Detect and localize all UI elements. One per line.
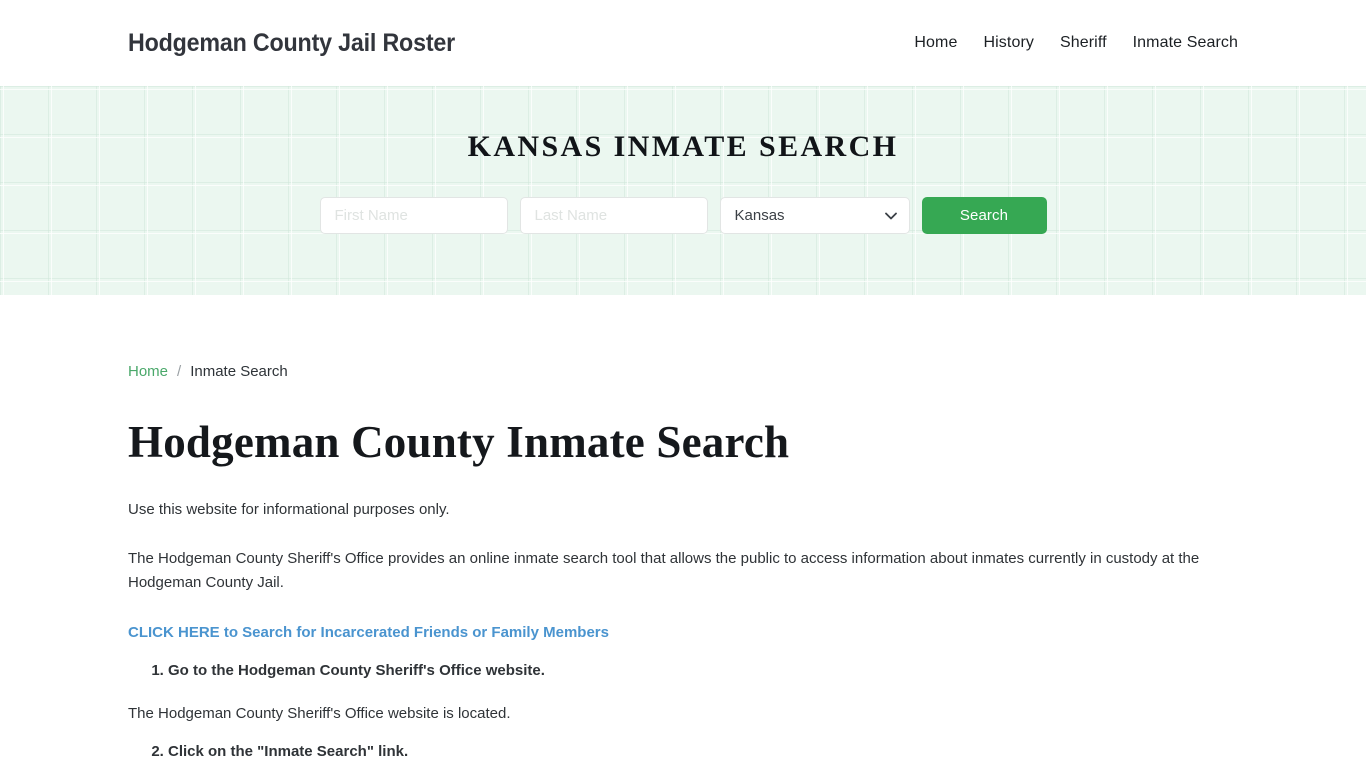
- step-one-note: The Hodgeman County Sheriff's Office web…: [128, 704, 511, 722]
- breadcrumb-separator: /: [177, 363, 182, 380]
- nav-item-home[interactable]: Home: [914, 34, 957, 52]
- breadcrumb: Home / Inmate Search: [128, 295, 1238, 380]
- list-item: Go to the Hodgeman County Sheriff's Offi…: [168, 659, 1238, 683]
- search-button[interactable]: Search: [921, 197, 1047, 234]
- intro-paragraph: Use this website for informational purpo…: [128, 500, 450, 518]
- last-name-input[interactable]: [519, 197, 708, 234]
- state-select[interactable]: Kansas: [719, 197, 910, 234]
- site-brand-logo[interactable]: Hodgeman County Jail Roster: [128, 29, 455, 58]
- main-content: Home / Inmate Search Hodgeman County Inm…: [0, 295, 1366, 764]
- inmate-search-form: Kansas Search: [319, 197, 1047, 234]
- breadcrumb-home-link[interactable]: Home: [128, 363, 168, 380]
- site-header: Hodgeman County Jail Roster Home History…: [0, 0, 1366, 86]
- nav-item-history[interactable]: History: [984, 34, 1034, 52]
- nav-item-sheriff[interactable]: Sheriff: [1060, 34, 1107, 52]
- cta-search-link[interactable]: CLICK HERE to Search for Incarcerated Fr…: [128, 622, 609, 645]
- nav-item-inmate-search[interactable]: Inmate Search: [1133, 34, 1238, 52]
- main-navigation: Home History Sheriff Inmate Search: [914, 34, 1238, 52]
- hero-title: KANSAS INMATE SEARCH: [467, 130, 899, 163]
- state-select-wrapper: Kansas: [719, 197, 910, 234]
- breadcrumb-current: Inmate Search: [190, 363, 288, 380]
- first-name-input[interactable]: [319, 197, 508, 234]
- steps-list: Go to the Hodgeman County Sheriff's Offi…: [128, 659, 1238, 683]
- description-paragraph: The Hodgeman County Sheriff's Office pro…: [128, 549, 1200, 592]
- steps-list-continued: Click on the "Inmate Search" link.: [128, 740, 1238, 764]
- page-title: Hodgeman County Inmate Search: [128, 417, 790, 467]
- list-item: Click on the "Inmate Search" link.: [168, 740, 1238, 764]
- hero-search-banner: KANSAS INMATE SEARCH Kansas Search: [0, 86, 1366, 295]
